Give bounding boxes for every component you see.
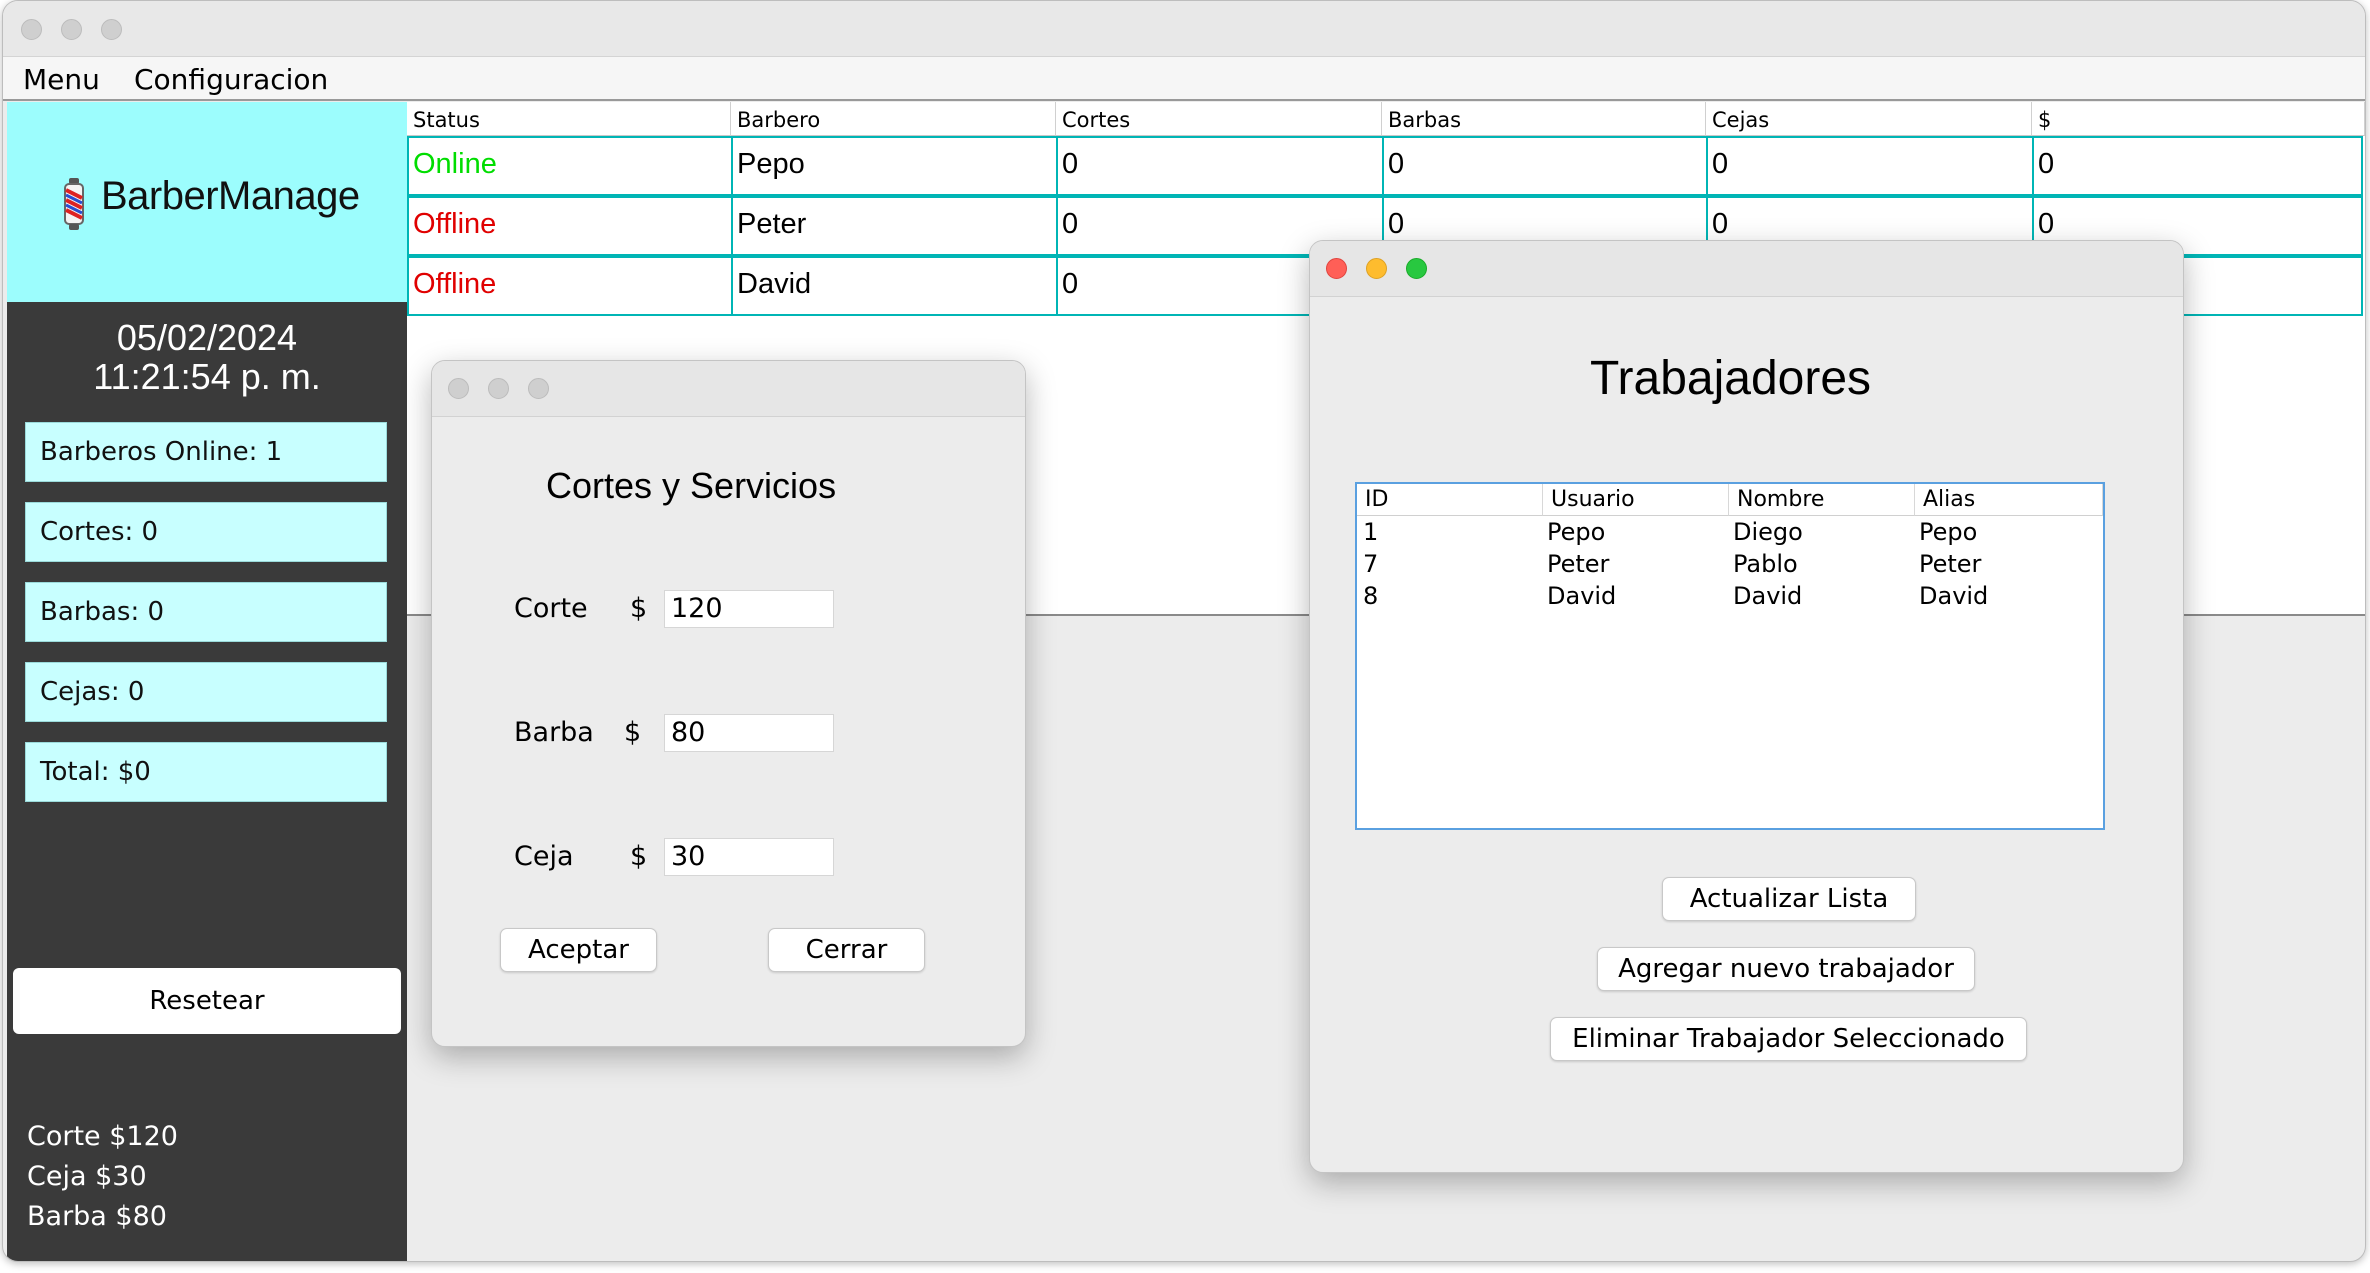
minimize-dialog-button[interactable] bbox=[1366, 258, 1387, 279]
dialog-heading: Trabajadores bbox=[1590, 352, 1872, 405]
column-header-id[interactable]: ID bbox=[1357, 484, 1543, 516]
close-button[interactable]: Cerrar bbox=[768, 928, 925, 972]
stat-total: Total: $0 bbox=[25, 742, 387, 802]
corte-label: Corte bbox=[514, 593, 588, 624]
price-corte: Corte $120 bbox=[27, 1121, 178, 1152]
worker-nombre-cell[interactable]: Diego bbox=[1733, 518, 1803, 546]
stat-cortes: Cortes: 0 bbox=[25, 502, 387, 562]
menu-bar: Menu Configuracion bbox=[3, 57, 2365, 101]
close-dialog-button[interactable] bbox=[448, 378, 469, 399]
worker-id-cell[interactable]: 7 bbox=[1363, 550, 1378, 578]
worker-id-cell[interactable]: 8 bbox=[1363, 582, 1378, 610]
title-bar bbox=[3, 1, 2365, 57]
barba-price-input[interactable]: 80 bbox=[664, 714, 834, 752]
close-dialog-button[interactable] bbox=[1326, 258, 1347, 279]
zoom-window-button[interactable] bbox=[101, 19, 122, 40]
minimize-dialog-button[interactable] bbox=[488, 378, 509, 399]
column-header-cortes[interactable]: Cortes bbox=[1056, 102, 1382, 136]
close-window-button[interactable] bbox=[21, 19, 42, 40]
cejas-cell: 0 bbox=[1708, 138, 2034, 194]
stat-cejas: Cejas: 0 bbox=[25, 662, 387, 722]
barber-pole-icon bbox=[64, 178, 84, 230]
zoom-dialog-button[interactable] bbox=[1406, 258, 1427, 279]
stat-barberos-online: Barberos Online: 1 bbox=[25, 422, 387, 482]
table-row[interactable]: Online Pepo 0 0 0 0 bbox=[407, 136, 2363, 196]
workers-table[interactable]: ID Usuario Nombre Alias 1 Pepo Diego Pep… bbox=[1355, 482, 2105, 830]
barba-currency: $ bbox=[624, 717, 642, 748]
ceja-price-input[interactable]: 30 bbox=[664, 838, 834, 876]
corte-price-input[interactable]: 120 bbox=[664, 590, 834, 628]
sidebar: BarberManage 05/02/2024 11:21:54 p. m. B… bbox=[7, 102, 407, 1261]
dialog-heading: Cortes y Servicios bbox=[546, 465, 837, 506]
logo-panel: BarberManage bbox=[7, 102, 407, 302]
trabajadores-dialog: Trabajadores ID Usuario Nombre Alias 1 P… bbox=[1309, 240, 2184, 1173]
price-ceja: Ceja $30 bbox=[27, 1161, 147, 1192]
status-cell: Offline bbox=[409, 198, 733, 254]
column-header-cejas[interactable]: Cejas bbox=[1706, 102, 2032, 136]
worker-id-cell[interactable]: 1 bbox=[1363, 518, 1378, 546]
column-header-usuario[interactable]: Usuario bbox=[1543, 484, 1729, 516]
reset-button[interactable]: Resetear bbox=[13, 968, 401, 1034]
column-header-barbas[interactable]: Barbas bbox=[1382, 102, 1706, 136]
stat-barbas: Barbas: 0 bbox=[25, 582, 387, 642]
worker-usuario-cell[interactable]: Pepo bbox=[1547, 518, 1605, 546]
dialog-title-bar bbox=[1310, 241, 2183, 297]
menu-menu[interactable]: Menu bbox=[23, 63, 100, 96]
price-barba: Barba $80 bbox=[27, 1201, 167, 1232]
menu-configuracion[interactable]: Configuracion bbox=[134, 63, 328, 96]
refresh-list-button[interactable]: Actualizar Lista bbox=[1662, 877, 1916, 921]
accept-button[interactable]: Aceptar bbox=[500, 928, 657, 972]
ceja-label: Ceja bbox=[514, 841, 574, 872]
barbero-cell: Peter bbox=[733, 198, 1058, 254]
zoom-dialog-button[interactable] bbox=[528, 378, 549, 399]
worker-alias-cell[interactable]: Pepo bbox=[1919, 518, 1977, 546]
worker-usuario-cell[interactable]: Peter bbox=[1547, 550, 1609, 578]
column-header-money[interactable]: $ bbox=[2032, 102, 2365, 136]
delete-worker-button[interactable]: Eliminar Trabajador Seleccionado bbox=[1550, 1017, 2027, 1061]
barbas-cell: 0 bbox=[1384, 138, 1708, 194]
worker-alias-cell[interactable]: David bbox=[1919, 582, 1988, 610]
app-logo-text: BarberManage bbox=[101, 174, 360, 218]
money-cell: 0 bbox=[2038, 148, 2055, 180]
column-header-alias[interactable]: Alias bbox=[1915, 484, 2103, 516]
cortes-cell: 0 bbox=[1058, 138, 1384, 194]
column-header-barbero[interactable]: Barbero bbox=[731, 102, 1056, 136]
ceja-currency: $ bbox=[630, 841, 648, 872]
add-worker-button[interactable]: Agregar nuevo trabajador bbox=[1597, 947, 1975, 991]
worker-usuario-cell[interactable]: David bbox=[1547, 582, 1616, 610]
cortes-servicios-dialog: Cortes y Servicios Corte $ 120 Barba $ 8… bbox=[431, 360, 1026, 1047]
column-header-nombre[interactable]: Nombre bbox=[1729, 484, 1915, 516]
minimize-window-button[interactable] bbox=[61, 19, 82, 40]
worker-alias-cell[interactable]: Peter bbox=[1919, 550, 1981, 578]
column-header-status[interactable]: Status bbox=[407, 102, 731, 136]
worker-nombre-cell[interactable]: Pablo bbox=[1733, 550, 1798, 578]
status-cell: Online bbox=[409, 138, 733, 194]
barbero-cell: David bbox=[733, 258, 1058, 314]
barbero-cell: Pepo bbox=[733, 138, 1058, 194]
current-time: 11:21:54 p. m. bbox=[93, 356, 321, 397]
current-date: 05/02/2024 bbox=[116, 317, 298, 358]
dialog-title-bar bbox=[432, 361, 1025, 417]
barba-label: Barba bbox=[514, 717, 594, 748]
corte-currency: $ bbox=[630, 593, 648, 624]
worker-nombre-cell[interactable]: David bbox=[1733, 582, 1802, 610]
status-cell: Offline bbox=[409, 258, 733, 314]
